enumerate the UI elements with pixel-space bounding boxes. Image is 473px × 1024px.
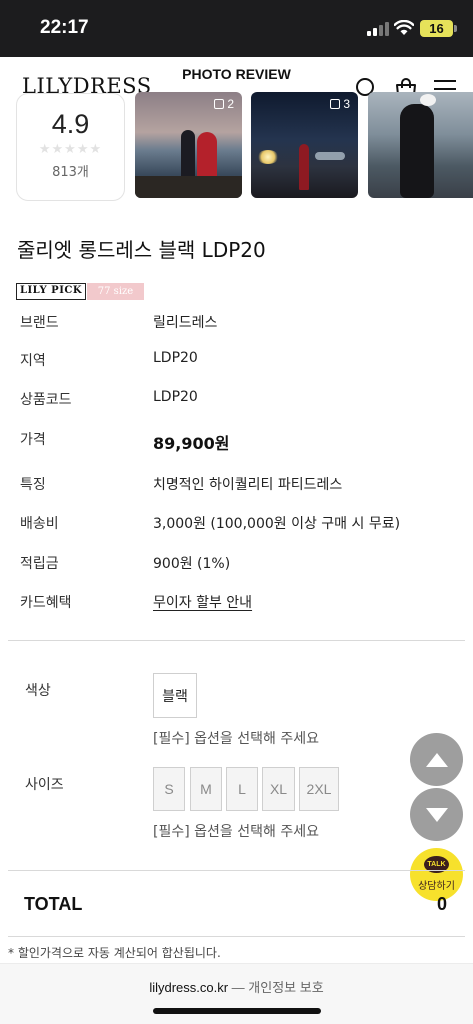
- status-time: 22:17: [40, 17, 89, 38]
- info-label-brand: 브랜드: [20, 315, 59, 331]
- rating-summary-card[interactable]: 4.9 ★★★★★ 813개: [16, 93, 125, 201]
- photo-lights: [315, 152, 345, 160]
- arrow-up-icon: [425, 752, 448, 767]
- home-indicator[interactable]: [153, 1008, 321, 1014]
- lily-pick-badge: LILY PICK: [16, 283, 86, 300]
- size-badge: 77 size: [87, 283, 144, 300]
- total-value: 0: [436, 894, 447, 914]
- info-value-brand: 릴리드레스: [153, 315, 218, 331]
- info-label-region: 지역: [20, 353, 46, 369]
- info-value-feature: 치명적인 하이퀄리티 파티드레스: [153, 477, 343, 493]
- privacy-label: 개인정보 보호: [248, 980, 324, 995]
- status-bar: 22:17 16: [0, 0, 473, 57]
- info-label-product-code: 상품코드: [20, 392, 72, 408]
- arrow-down-icon: [425, 807, 448, 822]
- photo-lights: [257, 150, 279, 164]
- url-separator: —: [228, 980, 249, 995]
- info-value-region: LDP20: [153, 350, 198, 366]
- size-option-m[interactable]: M: [190, 767, 222, 811]
- url-domain: lilydress.co.kr: [149, 980, 229, 995]
- scroll-down-button[interactable]: [410, 788, 463, 841]
- size-required-hint: [필수] 옵션을 선택해 주세요: [153, 824, 319, 840]
- info-label-points: 적립금: [20, 556, 59, 572]
- divider: [8, 936, 465, 937]
- color-option-black[interactable]: 블랙: [153, 673, 197, 718]
- photo-figure: [299, 144, 309, 190]
- signal-icon: [367, 22, 389, 36]
- scroll-up-button[interactable]: [410, 733, 463, 786]
- size-option-label: 사이즈: [25, 777, 64, 793]
- info-label-card-benefit: 카드혜택: [20, 595, 72, 611]
- browser-url[interactable]: lilydress.co.kr — 개인정보 보호: [0, 977, 473, 996]
- product-name: 줄리엣 롱드레스 블랙 LDP20: [17, 238, 266, 262]
- info-value-product-code: LDP20: [153, 389, 198, 405]
- gallery-icon: [214, 99, 225, 109]
- color-required-hint: [필수] 옵션을 선택해 주세요: [153, 731, 319, 747]
- discount-note: * 할인가격으로 자동 계산되어 합산됩니다.: [8, 946, 221, 960]
- browser-address-bar[interactable]: lilydress.co.kr — 개인정보 보호: [0, 963, 473, 1024]
- installment-info-link[interactable]: 무이자 할부 안내: [153, 592, 252, 612]
- review-count: 813개: [52, 165, 89, 180]
- info-label-shipping: 배송비: [20, 516, 59, 532]
- rating-stars: ★★★★★: [38, 142, 103, 157]
- kakao-talk-label: 상담하기: [418, 881, 455, 892]
- size-option-2xl[interactable]: 2XL: [299, 767, 339, 811]
- rating-score: 4.9: [51, 109, 90, 139]
- info-value-price: 89,900원: [153, 434, 230, 453]
- size-option-s[interactable]: S: [153, 767, 185, 811]
- info-label-price: 가격: [20, 432, 46, 448]
- size-option-xl[interactable]: XL: [262, 767, 295, 811]
- total-label: TOTAL: [24, 894, 83, 914]
- battery-icon: 16: [420, 20, 457, 37]
- size-option-l[interactable]: L: [226, 767, 258, 811]
- review-photo[interactable]: [368, 92, 473, 198]
- photo-rocks: [135, 176, 242, 198]
- photo-figure: [400, 104, 434, 198]
- photo-count: 2: [214, 97, 234, 111]
- wifi-icon: [394, 20, 414, 35]
- info-label-feature: 특징: [20, 477, 46, 493]
- divider: [8, 870, 465, 871]
- review-photo[interactable]: 2: [135, 92, 242, 198]
- photo-bouquet: [420, 94, 436, 106]
- photo-count: 3: [330, 97, 350, 111]
- info-value-shipping: 3,000원 (100,000원 이상 구매 시 무료): [153, 516, 401, 532]
- gallery-icon: [330, 99, 341, 109]
- info-value-points: 900원 (1%): [153, 556, 231, 572]
- divider: [8, 640, 465, 641]
- color-option-label: 색상: [25, 683, 51, 699]
- review-photo[interactable]: 3: [251, 92, 358, 198]
